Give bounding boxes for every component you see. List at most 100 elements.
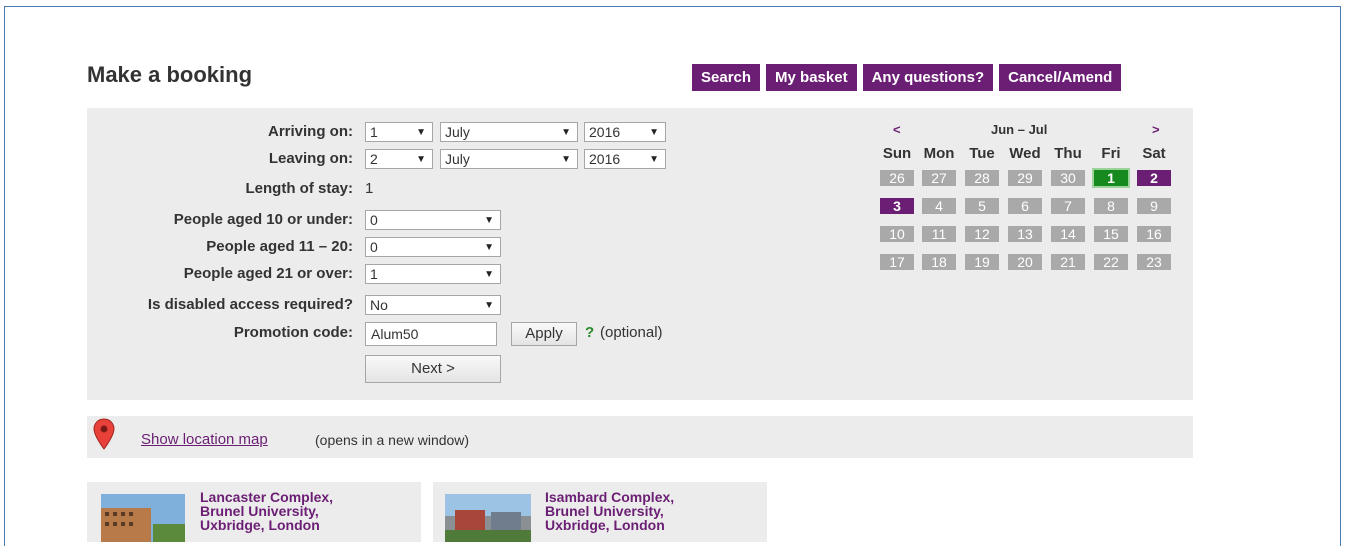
- calendar-day[interactable]: 26: [878, 168, 916, 188]
- calendar-next-icon[interactable]: >: [1152, 122, 1160, 137]
- property-card-lancaster[interactable]: Lancaster Complex, Brunel University, Ux…: [87, 482, 421, 542]
- property-title: Isambard Complex, Brunel University, Uxb…: [545, 490, 745, 532]
- apply-button[interactable]: Apply: [511, 322, 577, 346]
- property-photo: [101, 494, 185, 542]
- calendar-day[interactable]: 28: [963, 168, 1001, 188]
- calendar-prev-icon[interactable]: <: [893, 122, 901, 137]
- calendar-day[interactable]: 29: [1006, 168, 1044, 188]
- my-basket-button[interactable]: My basket: [766, 64, 857, 91]
- calendar-day[interactable]: 21: [1049, 252, 1087, 272]
- calendar-day[interactable]: 2: [1135, 168, 1173, 188]
- property-title-line: Uxbridge, London: [545, 517, 665, 533]
- calendar-day[interactable]: 11: [920, 224, 958, 244]
- property-photo: [445, 494, 531, 542]
- disabled-access-select[interactable]: No ▼: [365, 295, 501, 315]
- calendar-day[interactable]: 17: [878, 252, 916, 272]
- over21-value: 1: [370, 266, 378, 282]
- calendar-day[interactable]: 20: [1006, 252, 1044, 272]
- calendar-dow: Wed: [1009, 145, 1041, 162]
- next-button[interactable]: Next >: [365, 355, 501, 383]
- dropdown-arrow-icon: ▼: [484, 215, 494, 226]
- any-questions-button[interactable]: Any questions?: [862, 64, 994, 91]
- calendar-day[interactable]: 22: [1092, 252, 1130, 272]
- dropdown-arrow-icon: ▼: [484, 242, 494, 253]
- leaving-year-value: 2016: [589, 151, 621, 167]
- under10-label: People aged 10 or under:: [173, 211, 353, 228]
- search-button[interactable]: Search: [692, 64, 761, 91]
- dropdown-arrow-icon: ▼: [416, 127, 426, 138]
- page-title: Make a booking: [87, 62, 253, 87]
- location-note: (opens in a new window): [315, 432, 470, 448]
- leaving-month-value: July: [445, 151, 470, 167]
- promo-code-label: Promotion code:: [233, 324, 353, 341]
- arriving-day-select[interactable]: 1 ▼: [365, 122, 433, 142]
- calendar-day[interactable]: 14: [1049, 224, 1087, 244]
- leaving-label: Leaving on:: [268, 150, 353, 167]
- under10-value: 0: [370, 212, 378, 228]
- disabled-access-label: Is disabled access required?: [147, 296, 353, 313]
- show-location-map-link[interactable]: Show location map: [141, 431, 268, 448]
- leaving-day-select[interactable]: 2 ▼: [365, 149, 433, 169]
- over21-select[interactable]: 1 ▼: [365, 264, 501, 284]
- calendar-day[interactable]: 10: [878, 224, 916, 244]
- top-nav: Search My basket Any questions? Cancel/A…: [692, 64, 1122, 91]
- calendar-day[interactable]: 12: [963, 224, 1001, 244]
- arriving-year-value: 2016: [589, 124, 621, 140]
- property-title-line: Lancaster Complex,: [200, 489, 334, 505]
- calendar-day[interactable]: 7: [1049, 196, 1087, 216]
- calendar-dow: Mon: [923, 145, 955, 162]
- property-title-line: Uxbridge, London: [200, 517, 320, 533]
- dropdown-arrow-icon: ▼: [561, 154, 571, 165]
- calendar-day[interactable]: 4: [920, 196, 958, 216]
- calendar-day[interactable]: 23: [1135, 252, 1173, 272]
- property-title-line: Brunel University,: [200, 503, 319, 519]
- arriving-year-select[interactable]: 2016 ▼: [584, 122, 666, 142]
- dropdown-arrow-icon: ▼: [484, 300, 494, 311]
- optional-note: (optional): [600, 324, 663, 341]
- calendar-dow: Fri: [1101, 145, 1121, 162]
- dropdown-arrow-icon: ▼: [649, 154, 659, 165]
- age11to20-label: People aged 11 – 20:: [206, 238, 353, 255]
- property-title-line: Isambard Complex,: [545, 489, 675, 505]
- property-title: Lancaster Complex, Brunel University, Ux…: [200, 490, 400, 532]
- dropdown-arrow-icon: ▼: [561, 127, 571, 138]
- property-title-line: Brunel University,: [545, 503, 664, 519]
- calendar-day[interactable]: 19: [963, 252, 1001, 272]
- leaving-month-select[interactable]: July ▼: [440, 149, 578, 169]
- calendar-day[interactable]: 13: [1006, 224, 1044, 244]
- arriving-label: Arriving on:: [268, 123, 353, 140]
- calendar-day[interactable]: 5: [963, 196, 1001, 216]
- calendar-day[interactable]: 30: [1049, 168, 1087, 188]
- map-pin-icon: [93, 418, 115, 450]
- calendar-day[interactable]: 16: [1135, 224, 1173, 244]
- length-of-stay-label: Length of stay:: [245, 180, 354, 197]
- property-card-isambard[interactable]: Isambard Complex, Brunel University, Uxb…: [433, 482, 767, 542]
- disabled-access-value: No: [370, 297, 388, 313]
- calendar-dow: Thu: [1054, 145, 1082, 162]
- calendar-day[interactable]: 8: [1092, 196, 1130, 216]
- leaving-day-value: 2: [370, 151, 378, 167]
- under10-select[interactable]: 0 ▼: [365, 210, 501, 230]
- leaving-year-select[interactable]: 2016 ▼: [584, 149, 666, 169]
- cancel-amend-button[interactable]: Cancel/Amend: [999, 64, 1122, 91]
- calendar-day[interactable]: 27: [920, 168, 958, 188]
- calendar-month-title: Jun – Jul: [991, 122, 1048, 137]
- calendar-day[interactable]: 9: [1135, 196, 1173, 216]
- arriving-month-select[interactable]: July ▼: [440, 122, 578, 142]
- calendar-dow: Sun: [882, 145, 912, 162]
- over21-label: People aged 21 or over:: [183, 265, 353, 282]
- calendar-dow: Sat: [1142, 145, 1166, 162]
- calendar-day[interactable]: 18: [920, 252, 958, 272]
- arriving-day-value: 1: [370, 124, 378, 140]
- calendar-day[interactable]: 15: [1092, 224, 1130, 244]
- promo-code-input[interactable]: Alum50: [365, 322, 497, 346]
- calendar-day[interactable]: 3: [878, 196, 916, 216]
- calendar-day[interactable]: 1: [1092, 168, 1130, 188]
- calendar-day[interactable]: 6: [1006, 196, 1044, 216]
- age11to20-select[interactable]: 0 ▼: [365, 237, 501, 257]
- age11to20-value: 0: [370, 239, 378, 255]
- help-icon[interactable]: ?: [585, 324, 594, 341]
- dropdown-arrow-icon: ▼: [416, 154, 426, 165]
- dropdown-arrow-icon: ▼: [484, 269, 494, 280]
- dropdown-arrow-icon: ▼: [649, 127, 659, 138]
